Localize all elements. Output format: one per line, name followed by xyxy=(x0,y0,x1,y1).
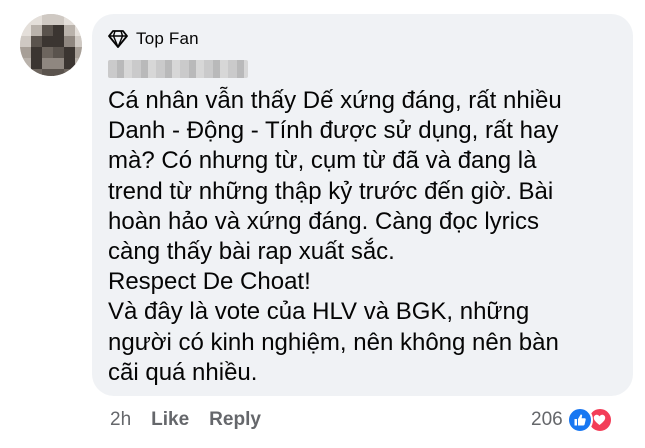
badge-label: Top Fan xyxy=(136,29,199,48)
comment-bubble: Top Fan Cá nhân vẫn thấy Dế xứng đáng, r… xyxy=(92,14,633,396)
comment-line: trend từ những thập kỷ trước đến giờ. Bà… xyxy=(108,177,554,205)
author-name-pixelated[interactable] xyxy=(108,60,248,78)
avatar-pixel xyxy=(75,69,82,76)
top-fan-badge: Top Fan xyxy=(108,28,199,50)
reactions-summary[interactable]: 206 xyxy=(531,405,619,435)
comment-text: Cá nhân vẫn thấy Dế xứng đáng, rất nhiều… xyxy=(108,86,618,388)
comment-line: càng thấy bài rap xuất sắc. xyxy=(108,238,395,266)
comment-line: người có kinh nghiệm, nên không nên bàn xyxy=(108,328,559,356)
reply-button[interactable]: Reply xyxy=(209,409,261,431)
comment-line: Và đây là vote của HLV và BGK, những xyxy=(108,298,530,326)
comment-line: Danh - Động - Tính được sử dụng, rất hay xyxy=(108,117,559,145)
comment-actions: 2h Like Reply xyxy=(110,406,281,434)
comment-line: hoàn hảo và xứng đáng. Càng đọc lyrics xyxy=(108,207,540,235)
comment-line: Cá nhân vẫn thấy Dế xứng đáng, rất nhiều xyxy=(108,87,562,114)
avatar[interactable] xyxy=(20,14,82,76)
comment-line: cãi quá nhiều. xyxy=(108,358,258,386)
comment-line: mà? Có nhưng từ, cụm từ đã và đang là xyxy=(108,147,537,175)
comment-screenshot: Top Fan Cá nhân vẫn thấy Dế xứng đáng, r… xyxy=(0,0,645,448)
diamond-icon xyxy=(108,30,128,48)
comment-line: Respect De Choat! xyxy=(108,268,311,296)
reaction-icons xyxy=(566,406,619,434)
timestamp[interactable]: 2h xyxy=(110,409,131,431)
like-icon xyxy=(566,407,593,433)
like-button[interactable]: Like xyxy=(151,409,189,431)
reaction-count: 206 xyxy=(531,409,563,430)
